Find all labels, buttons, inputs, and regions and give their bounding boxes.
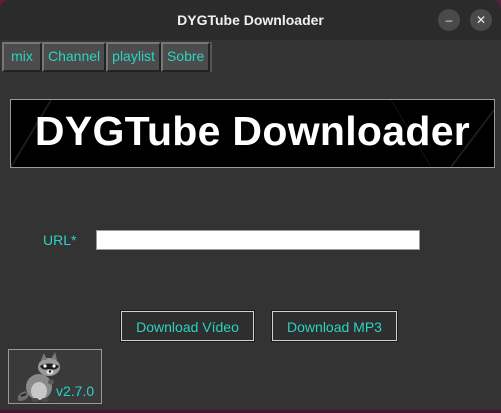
download-mp3-button[interactable]: Download MP3 <box>271 310 398 342</box>
banner-title: DYGTube Downloader <box>34 108 471 154</box>
tab-playlist[interactable]: playlist <box>106 42 161 72</box>
download-video-button[interactable]: Download Vídeo <box>120 310 255 342</box>
window-title: DYGTube Downloader <box>177 12 324 28</box>
minimize-button[interactable]: – <box>438 9 460 31</box>
minimize-icon: – <box>445 13 453 27</box>
tab-channel[interactable]: Channel <box>42 42 107 72</box>
titlebar[interactable]: DYGTube Downloader – ✕ <box>0 0 501 40</box>
tab-mix[interactable]: mix <box>2 42 42 72</box>
close-button[interactable]: ✕ <box>470 9 492 31</box>
tab-bar: mix Channel playlist Sobre <box>2 42 212 72</box>
tab-sobre[interactable]: Sobre <box>160 42 211 72</box>
close-icon: ✕ <box>475 13 487 27</box>
app-window: DYGTube Downloader – ✕ mix Channel playl… <box>0 0 501 410</box>
version-label: v2.7.0 <box>56 383 95 399</box>
app-banner: DYGTube Downloader <box>10 99 495 168</box>
url-input[interactable] <box>96 230 420 250</box>
url-label: URL* <box>43 232 77 248</box>
